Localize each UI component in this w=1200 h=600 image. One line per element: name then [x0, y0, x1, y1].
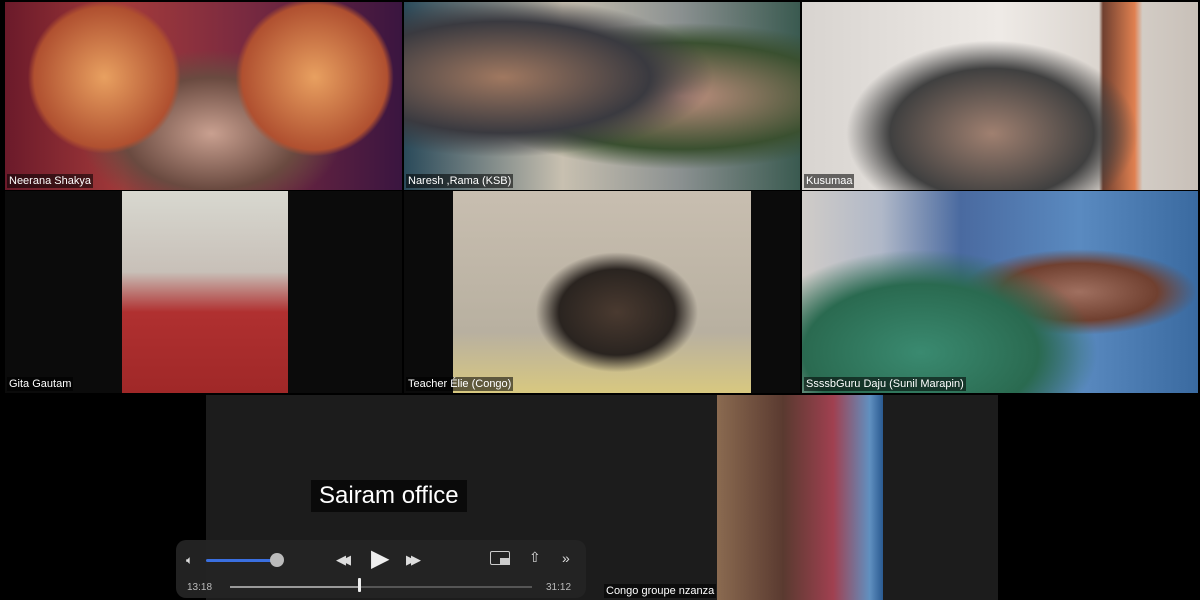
picture-in-picture-icon[interactable] [490, 551, 510, 565]
rewind-icon[interactable]: ◀◀ [336, 552, 351, 568]
participant-tile-elie[interactable]: Teacher Élie (Congo) [404, 191, 800, 393]
video-feed [453, 191, 751, 393]
video-feed [404, 2, 800, 190]
participant-name: SsssbGuru Daju (Sunil Marapin) [804, 377, 966, 391]
participant-tile-congo-groupe[interactable]: Congo groupe nzanza [602, 395, 998, 600]
more-chevron-icon[interactable]: » [562, 550, 570, 566]
participant-name: Teacher Élie (Congo) [406, 377, 514, 391]
duration: 31:12 [546, 582, 572, 593]
progress-bar[interactable] [230, 586, 532, 588]
media-player-controls: 🔈︎ ◀◀ ▶ ▶▶ ⇧ » 13:18 31:12 [176, 540, 586, 598]
volume-slider[interactable] [206, 559, 278, 562]
participant-tile-kusumaa[interactable]: Kusumaa [802, 2, 1198, 190]
participant-name: Gita Gautam [7, 377, 74, 391]
video-feed [802, 191, 1198, 393]
participant-tile-gita[interactable]: Gita Gautam [5, 191, 402, 393]
current-time: 13:18 [187, 582, 213, 593]
participant-tile-naresh[interactable]: Naresh ,Rama (KSB) [404, 2, 800, 190]
video-feed [802, 2, 1198, 190]
fast-forward-icon[interactable]: ▶▶ [406, 552, 421, 568]
video-feed [122, 191, 288, 393]
participant-name: Kusumaa [804, 174, 855, 188]
participant-caption: Sairam office [311, 480, 467, 512]
play-icon[interactable]: ▶ [371, 546, 389, 572]
video-feed [5, 2, 402, 190]
video-feed [717, 395, 883, 600]
participant-name: Naresh ,Rama (KSB) [406, 174, 514, 188]
participant-name: Neerana Shakya [7, 174, 93, 188]
participant-name: Congo groupe nzanza [604, 584, 717, 598]
speaker-icon[interactable]: 🔈︎ [186, 552, 193, 568]
participant-tile-neerana[interactable]: Neerana Shakya [5, 2, 402, 190]
volume-knob[interactable] [270, 553, 284, 567]
share-icon[interactable]: ⇧ [529, 549, 541, 565]
participant-tile-guru-daju[interactable]: SsssbGuru Daju (Sunil Marapin) [802, 191, 1198, 393]
progress-handle[interactable] [358, 578, 361, 592]
